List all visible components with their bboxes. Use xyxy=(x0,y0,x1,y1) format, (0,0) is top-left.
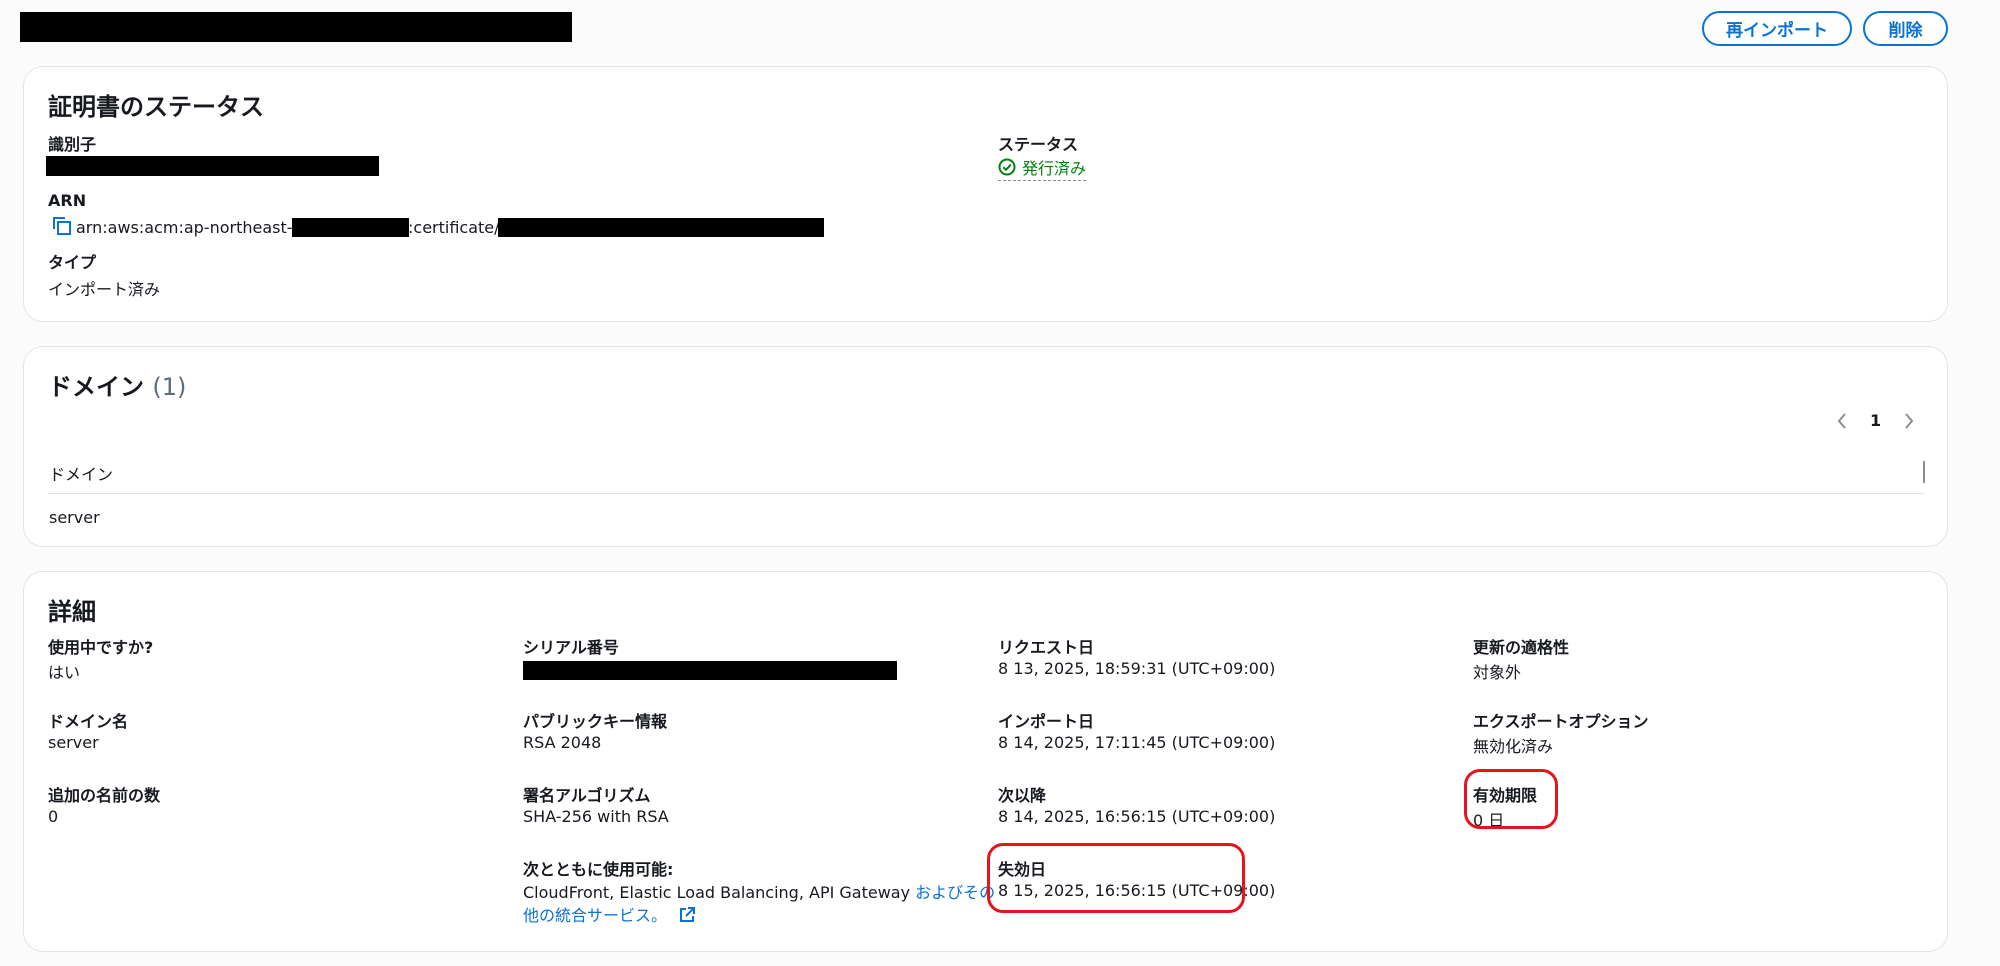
redacted-identifier xyxy=(46,156,379,176)
requested-label: リクエスト日 xyxy=(998,638,1095,657)
signature-label: 署名アルゴリズム xyxy=(523,786,651,805)
section-title-domain: ドメイン (1) xyxy=(48,367,186,402)
external-link-icon[interactable] xyxy=(678,906,696,924)
domain-card: ドメイン (1) 1 ドメイン server xyxy=(23,346,1948,547)
additional-names-value: 0 xyxy=(48,807,59,826)
highlight-validity xyxy=(1464,769,1558,829)
arn-prefix: arn:aws:acm:ap-northeast-1: xyxy=(76,218,309,237)
status-value: 発行済み xyxy=(1022,159,1087,178)
status-badge[interactable]: 発行済み xyxy=(998,155,1087,181)
signature-value: SHA-256 with RSA xyxy=(523,807,669,826)
type-value: インポート済み xyxy=(48,280,161,299)
column-resizer[interactable] xyxy=(1923,461,1925,483)
not-before-label: 次以降 xyxy=(998,786,1047,805)
public-key-value: RSA 2048 xyxy=(523,733,602,752)
column-header-domain[interactable]: ドメイン xyxy=(49,461,113,485)
usable-with-label: 次とともに使用可能: xyxy=(523,860,674,879)
arn-label: ARN xyxy=(48,191,87,210)
chevron-left-icon[interactable] xyxy=(1836,412,1848,430)
domain-name-value: server xyxy=(48,733,99,752)
page-number[interactable]: 1 xyxy=(1870,411,1881,430)
domain-count: (1) xyxy=(152,373,187,401)
usable-with-value: CloudFront, Elastic Load Balancing, API … xyxy=(523,881,995,927)
additional-names-label: 追加の名前の数 xyxy=(48,786,161,805)
arn-middle: :certificate/ xyxy=(408,218,500,237)
highlight-expires xyxy=(987,843,1245,913)
imported-value: 8 14, 2025, 17:11:45 (UTC+09:00) xyxy=(998,733,1276,752)
domain-name-label: ドメイン名 xyxy=(48,712,129,731)
export-value: 無効化済み xyxy=(1473,737,1554,756)
section-title-details: 詳細 xyxy=(48,598,96,626)
export-label: エクスポートオプション xyxy=(1473,712,1649,731)
delete-button[interactable]: 削除 xyxy=(1863,11,1948,46)
table-divider xyxy=(48,493,1924,494)
integrated-services-link-cont[interactable]: 他の統合サービス。 xyxy=(523,906,667,925)
in-use-value: はい xyxy=(48,663,81,682)
copy-icon[interactable] xyxy=(52,216,72,236)
integrated-services-link[interactable]: およびその xyxy=(915,883,995,902)
domain-title-text: ドメイン xyxy=(48,373,144,401)
table-row: server xyxy=(49,508,100,527)
redacted-certificate-id xyxy=(498,218,824,237)
section-title-status: 証明書のステータス xyxy=(48,93,264,121)
usable-with-services: CloudFront, Elastic Load Balancing, API … xyxy=(523,883,916,902)
not-before-value: 8 14, 2025, 16:56:15 (UTC+09:00) xyxy=(998,807,1276,826)
renewal-value: 対象外 xyxy=(1473,663,1522,682)
check-circle-icon xyxy=(998,158,1016,176)
status-label: ステータス xyxy=(998,135,1079,154)
requested-value: 8 13, 2025, 18:59:31 (UTC+09:00) xyxy=(998,659,1276,678)
identifier-label: 識別子 xyxy=(48,135,97,154)
certificate-status-card: 証明書のステータス 識別子 ステータス 発行済み ARN arn:aws:acm… xyxy=(23,66,1948,322)
imported-label: インポート日 xyxy=(998,712,1095,731)
redacted-account-id xyxy=(292,218,409,237)
details-card: 詳細 使用中ですか? はい ドメイン名 server 追加の名前の数 0 シリア… xyxy=(23,571,1948,952)
reimport-button[interactable]: 再インポート xyxy=(1702,11,1852,46)
chevron-right-icon[interactable] xyxy=(1903,412,1915,430)
redacted-title xyxy=(20,12,572,42)
renewal-label: 更新の適格性 xyxy=(1473,638,1570,657)
serial-label: シリアル番号 xyxy=(523,638,619,657)
public-key-label: パブリックキー情報 xyxy=(523,712,668,731)
pagination: 1 xyxy=(1836,411,1915,430)
in-use-label: 使用中ですか? xyxy=(48,638,154,657)
type-label: タイプ xyxy=(48,253,97,272)
redacted-serial xyxy=(523,661,897,680)
